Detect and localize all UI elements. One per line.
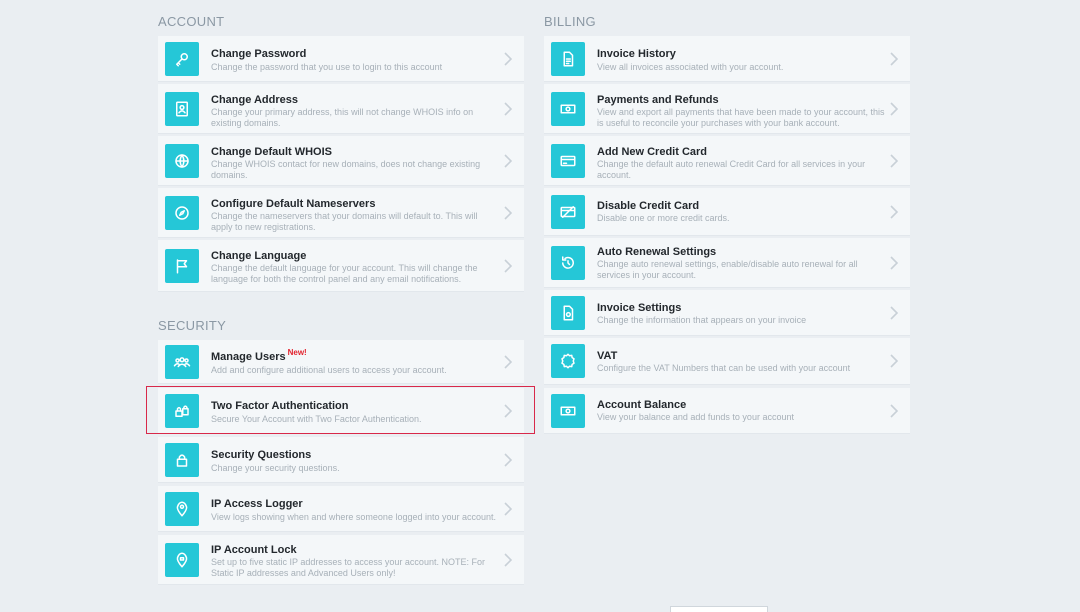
item-description: Configure the VAT Numbers that can be us…: [597, 363, 851, 373]
section-title-billing: BILLING: [544, 14, 596, 29]
billing-item-account-balance[interactable]: Account Balance View your balance and ad…: [544, 388, 910, 434]
flag-icon: [165, 248, 199, 283]
chevron-right-icon: [502, 354, 514, 369]
new-badge: New!: [287, 348, 307, 357]
chevron-right-icon: [502, 101, 514, 116]
account-item-configure-nameservers[interactable]: Configure Default Nameservers Change the…: [158, 188, 524, 238]
item-description: Set up to five static IP addresses to ac…: [211, 557, 485, 578]
chevron-right-icon: [502, 501, 514, 516]
chevron-right-icon: [888, 51, 900, 66]
billing-item-invoice-settings[interactable]: Invoice Settings Change the information …: [544, 290, 910, 336]
chevron-right-icon: [888, 305, 900, 320]
cash-icon: [551, 91, 585, 126]
item-description: Disable one or more credit cards.: [597, 213, 730, 223]
card-disabled-icon: [551, 194, 585, 229]
item-description: View and export all payments that have b…: [597, 107, 885, 128]
users-icon: [165, 344, 199, 379]
compass-icon: [165, 195, 199, 230]
item-description: Change the information that appears on y…: [597, 315, 807, 325]
wallet-icon: [551, 393, 585, 428]
contact-card-icon: [165, 91, 199, 126]
item-title: Change Address: [211, 94, 299, 106]
renew-icon: [551, 245, 585, 280]
chevron-right-icon: [888, 255, 900, 270]
chevron-right-icon: [888, 204, 900, 219]
billing-item-disable-credit-card[interactable]: Disable Credit Card Disable one or more …: [544, 188, 910, 236]
chevron-right-icon: [888, 153, 900, 168]
item-title: Security Questions: [211, 449, 312, 461]
item-description: View logs showing when and where someone…: [211, 512, 497, 522]
item-title: Disable Credit Card: [597, 200, 700, 212]
account-item-change-password[interactable]: Change Password Change the password that…: [158, 36, 524, 82]
chevron-right-icon: [502, 258, 514, 273]
item-description: Change the nameservers that your domains…: [211, 211, 478, 232]
credit-card-icon: [551, 143, 585, 178]
item-title: VAT: [597, 350, 618, 362]
item-description: Change auto renewal settings, enable/dis…: [597, 259, 858, 280]
item-description: Change the default language for your acc…: [211, 263, 478, 284]
item-description: Add and configure additional users to ac…: [211, 365, 447, 375]
security-item-ip-access-logger[interactable]: IP Access Logger View logs showing when …: [158, 486, 524, 532]
invoice-gear-icon: [551, 295, 585, 330]
billing-item-payments-refunds[interactable]: Payments and Refunds View and export all…: [544, 84, 910, 134]
item-title: Two Factor Authentication: [211, 400, 349, 412]
chevron-right-icon: [502, 51, 514, 66]
billing-item-add-credit-card[interactable]: Add New Credit Card Change the default a…: [544, 136, 910, 186]
section-title-account: ACCOUNT: [158, 14, 225, 29]
item-description: View your balance and add funds to your …: [597, 412, 794, 422]
item-description: Change your primary address, this will n…: [211, 107, 474, 128]
item-description: Change the password that you use to logi…: [211, 62, 443, 72]
billing-item-vat[interactable]: VAT Configure the VAT Numbers that can b…: [544, 338, 910, 385]
item-title: Configure Default Nameservers: [211, 198, 376, 210]
key-icon: [165, 41, 199, 76]
item-title: Manage Users New!: [211, 348, 307, 363]
account-item-change-address[interactable]: Change Address Change your primary addre…: [158, 84, 524, 134]
vat-badge-icon: [551, 344, 585, 378]
section-title-security: SECURITY: [158, 318, 227, 333]
item-title: IP Access Logger: [211, 498, 303, 510]
billing-item-auto-renewal[interactable]: Auto Renewal Settings Change auto renewa…: [544, 238, 910, 288]
item-description: Change your security questions.: [211, 463, 340, 473]
item-description: Change the default auto renewal Credit C…: [597, 159, 866, 180]
lock-icon: [165, 442, 199, 477]
chevron-right-icon: [502, 403, 514, 418]
item-title-text: Manage Users: [211, 351, 286, 363]
double-lock-icon: [165, 393, 199, 428]
chevron-right-icon: [502, 552, 514, 567]
item-title: Account Balance: [597, 399, 687, 411]
chevron-right-icon: [888, 354, 900, 368]
security-item-security-questions[interactable]: Security Questions Change your security …: [158, 437, 524, 483]
item-title: Change Password: [211, 48, 307, 60]
item-title: Invoice History: [597, 48, 676, 60]
map-pin-icon: [165, 491, 199, 526]
item-title: Auto Renewal Settings: [597, 246, 717, 258]
invoice-icon: [551, 41, 585, 76]
chevron-right-icon: [502, 205, 514, 220]
item-title: Change Default WHOIS: [211, 146, 333, 158]
item-description: Change WHOIS contact for new domains, do…: [211, 159, 481, 180]
account-item-change-language[interactable]: Change Language Change the default langu…: [158, 240, 524, 292]
item-title: Add New Credit Card: [597, 146, 708, 158]
security-item-two-factor-auth[interactable]: Two Factor Authentication Secure Your Ac…: [158, 388, 524, 434]
chevron-right-icon: [888, 101, 900, 116]
chevron-right-icon: [502, 153, 514, 168]
account-item-change-default-whois[interactable]: Change Default WHOIS Change WHOIS contac…: [158, 136, 524, 186]
item-title: Change Language: [211, 250, 307, 262]
security-item-ip-account-lock[interactable]: IP Account Lock Set up to five static IP…: [158, 535, 524, 585]
item-description: View all invoices associated with your a…: [597, 62, 784, 72]
globe-icon: [165, 143, 199, 178]
security-item-manage-users[interactable]: Manage Users New! Add and configure addit…: [158, 340, 524, 384]
item-title: IP Account Lock: [211, 544, 297, 556]
bottom-tab-edge: [670, 606, 768, 612]
item-description: Secure Your Account with Two Factor Auth…: [211, 414, 422, 424]
pin-lock-icon: [165, 542, 199, 577]
item-title: Payments and Refunds: [597, 94, 719, 106]
item-title: Invoice Settings: [597, 302, 682, 314]
chevron-right-icon: [502, 452, 514, 467]
billing-item-invoice-history[interactable]: Invoice History View all invoices associ…: [544, 36, 910, 82]
chevron-right-icon: [888, 403, 900, 418]
